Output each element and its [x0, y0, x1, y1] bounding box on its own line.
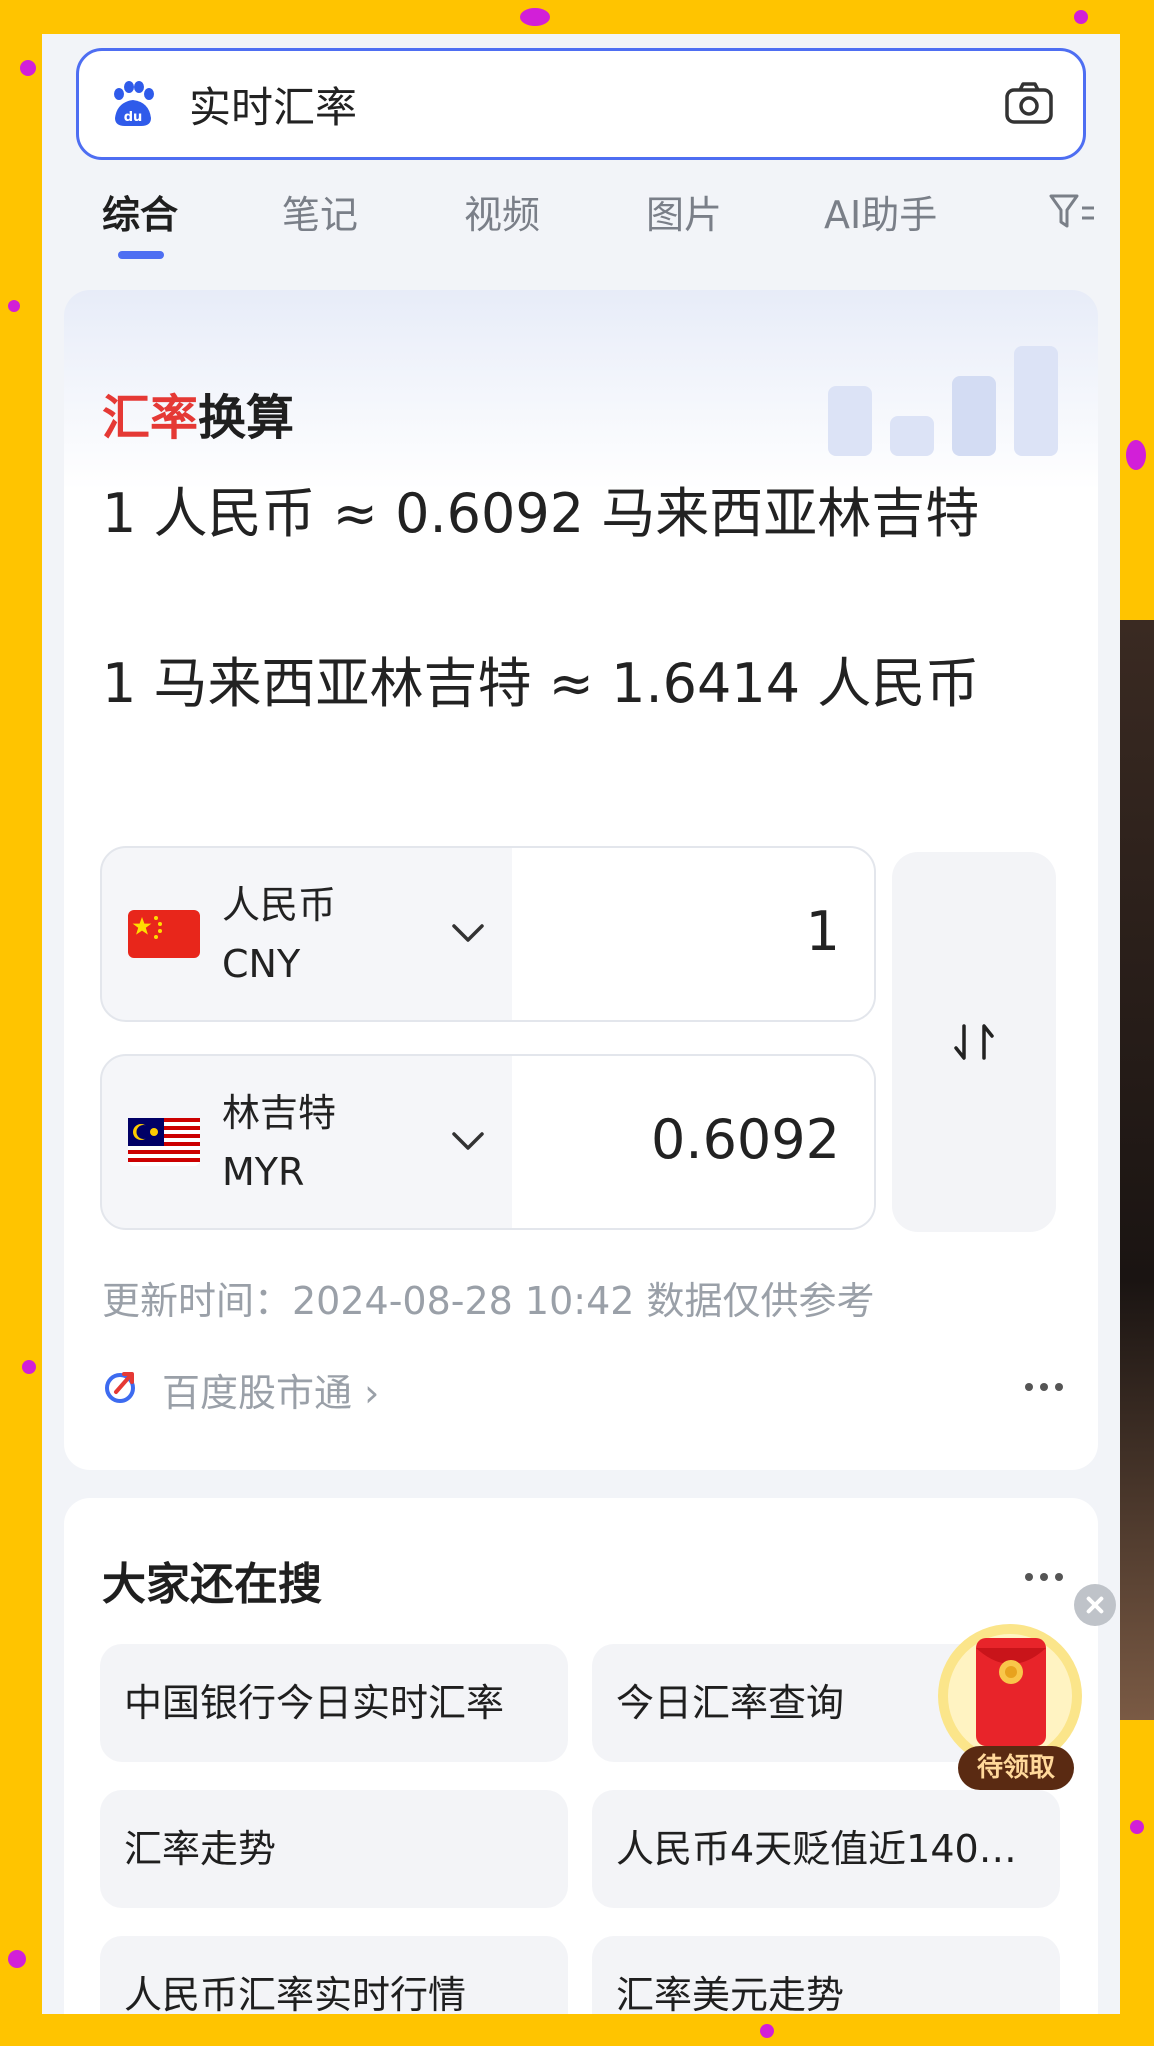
exchange-rate-card: 汇率换算 1 人民币 ≈ 0.6092 马来西亚林吉特 1 马来西亚林吉特 ≈ … [64, 290, 1098, 1470]
tab-images[interactable]: 图片 [646, 184, 722, 239]
svg-text:du: du [124, 110, 143, 125]
swap-currency-button[interactable] [892, 852, 1056, 1232]
to-amount-value: 0.6092 [651, 1108, 840, 1171]
more-options-icon[interactable] [1024, 1382, 1064, 1392]
related-search-item[interactable]: 汇率美元走势 [592, 1936, 1060, 2014]
confetti-dot [760, 2024, 774, 2038]
more-options-icon[interactable] [1024, 1572, 1064, 1582]
chevron-down-icon [452, 924, 484, 942]
rate-line-myr-to-cny: 1 马来西亚林吉特 ≈ 1.6414 人民币 [102, 652, 980, 715]
from-currency-row: 人民币 CNY 1 [100, 846, 876, 1022]
confetti-dot [8, 1950, 26, 1968]
confetti-dot [520, 8, 550, 26]
related-search-item[interactable]: 人民币汇率实时行情 [100, 1936, 568, 2014]
to-currency-row: 林吉特 MYR 0.6092 [100, 1054, 876, 1230]
tab-videos[interactable]: 视频 [464, 184, 540, 239]
baidu-paw-icon: du [114, 81, 154, 126]
card-title-highlight: 汇率 [102, 390, 199, 446]
confetti-dot [1074, 10, 1088, 24]
tab-comprehensive[interactable]: 综合 [102, 184, 178, 239]
related-search-item[interactable]: 中国银行今日实时汇率 [100, 1644, 568, 1762]
malaysia-flag-icon [128, 1118, 200, 1166]
china-flag-icon [128, 910, 200, 958]
search-input[interactable]: 实时汇率 [189, 74, 1003, 135]
phone-screen: du 实时汇率 综合 笔记 视频 图片 AI助手 汇率换算 1 人民币 ≈ 0.… [42, 34, 1120, 2014]
filter-icon[interactable] [1048, 192, 1096, 232]
confetti-dot [20, 60, 36, 76]
to-currency-select[interactable]: 林吉特 MYR [102, 1056, 512, 1228]
to-currency-code: MYR [222, 1150, 305, 1194]
card-title-rest: 换算 [198, 390, 295, 446]
from-currency-select[interactable]: 人民币 CNY [102, 848, 512, 1020]
to-currency-name: 林吉特 [222, 1091, 337, 1135]
related-searches-title: 大家还在搜 [102, 1559, 322, 1610]
to-amount-input[interactable]: 0.6092 [512, 1056, 874, 1228]
rate-line-cny-to-myr: 1 人民币 ≈ 0.6092 马来西亚林吉特 [102, 482, 980, 545]
search-bar[interactable]: du 实时汇率 [76, 48, 1086, 160]
search-tabs: 综合 笔记 视频 图片 AI助手 [42, 184, 1120, 264]
related-search-item[interactable]: 汇率走势 [100, 1790, 568, 1908]
background-photo-strip [1120, 620, 1154, 1720]
from-currency-name: 人民币 [222, 883, 337, 927]
related-search-item[interactable]: 人民币4天贬值近1400点 [592, 1790, 1060, 1908]
confetti-dot [1126, 440, 1146, 470]
source-link[interactable]: 百度股市通 › [162, 1362, 379, 1417]
from-amount-input[interactable]: 1 [512, 848, 874, 1020]
confetti-dot [22, 1360, 36, 1374]
stock-app-logo-icon [105, 1372, 135, 1403]
camera-icon[interactable] [1003, 78, 1055, 130]
chevron-down-icon [452, 1132, 484, 1150]
red-packet-label[interactable]: 待领取 [958, 1746, 1074, 1790]
from-currency-code: CNY [222, 942, 301, 986]
tab-notes[interactable]: 笔记 [282, 184, 358, 239]
from-amount-value: 1 [805, 900, 840, 963]
confetti-dot [1130, 1820, 1144, 1834]
swap-arrows-icon [954, 1024, 994, 1060]
update-time-note: 更新时间：2024-08-28 10:42 数据仅供参考 [102, 1279, 875, 1323]
active-tab-indicator [118, 251, 164, 259]
bar-chart-decoration [828, 346, 1058, 456]
confetti-dot [8, 300, 20, 312]
card-title: 汇率换算 [102, 378, 294, 448]
tab-ai-assistant[interactable]: AI助手 [824, 184, 937, 239]
